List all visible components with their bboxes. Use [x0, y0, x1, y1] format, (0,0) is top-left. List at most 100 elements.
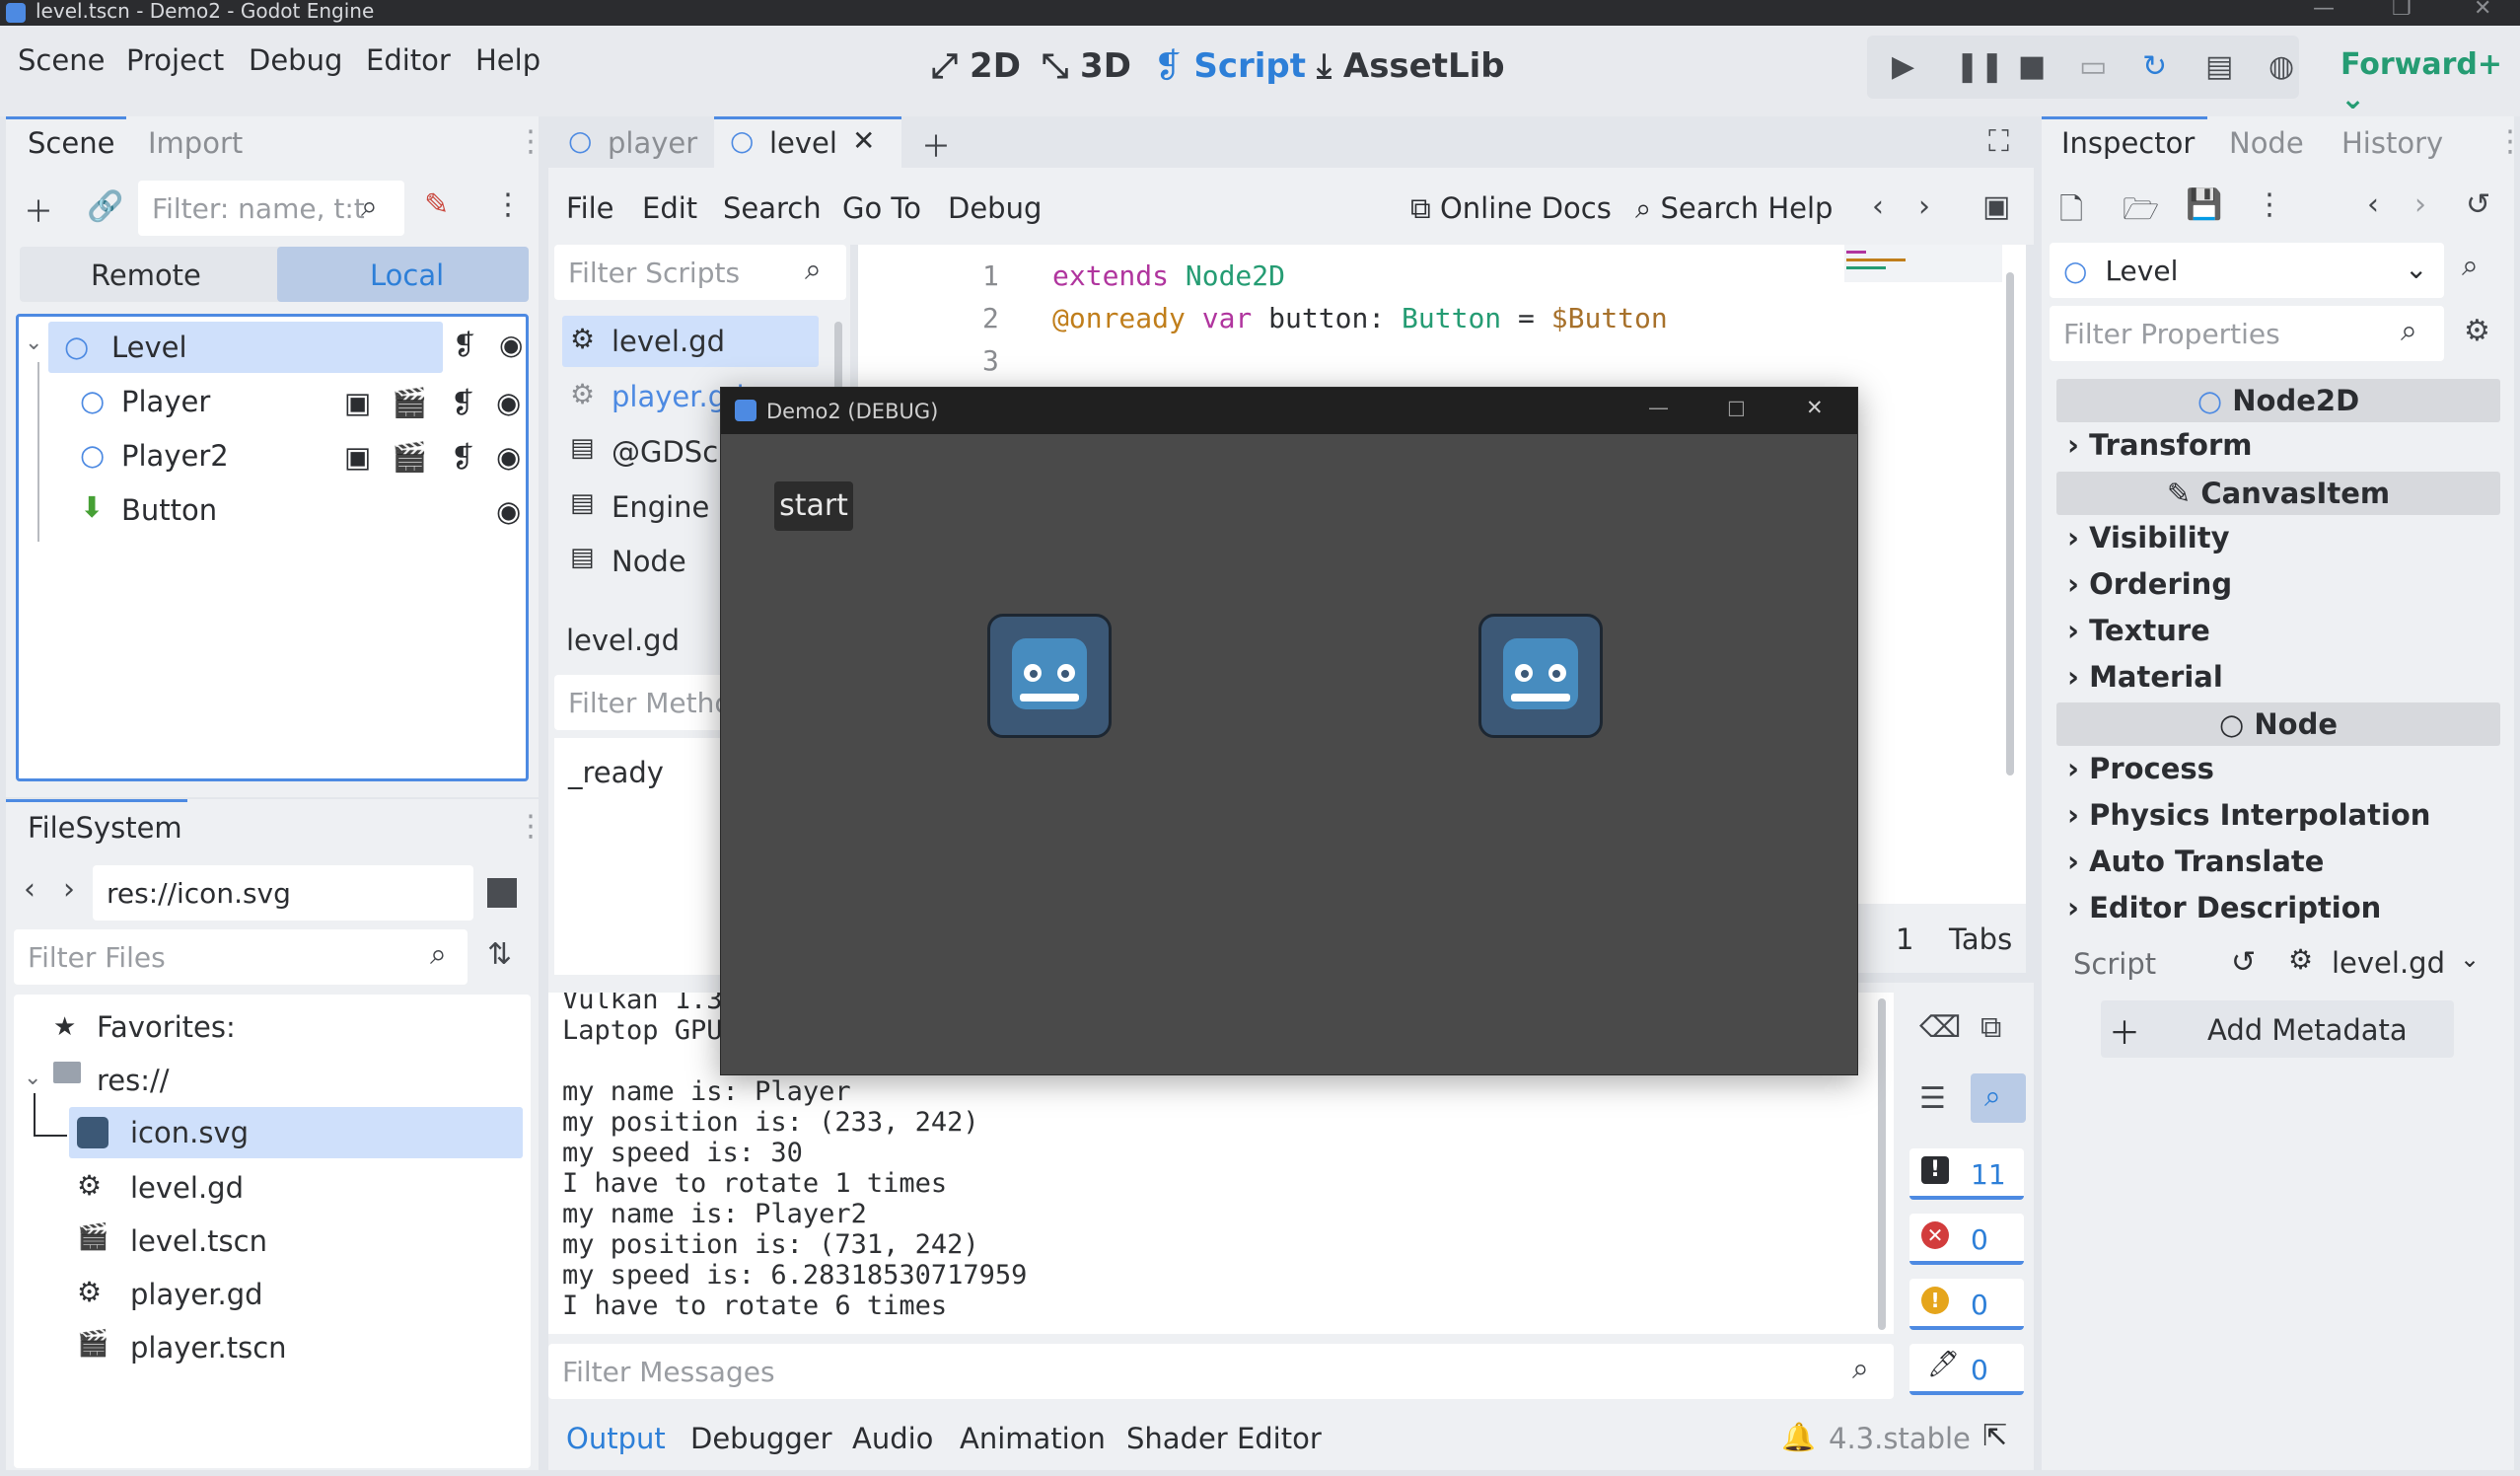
menu-editor[interactable]: Editor	[366, 43, 451, 77]
remote-button[interactable]: Remote	[91, 258, 201, 292]
save-icon[interactable]: 💾	[2186, 187, 2222, 222]
workspace-assetlib[interactable]: ⤓ AssetLib	[1317, 46, 1505, 86]
visibility-icon[interactable]: ◉	[496, 386, 521, 419]
reload-icon[interactable]: ↻	[2142, 49, 2167, 84]
close-button[interactable]: ✕	[2474, 0, 2491, 21]
code-scrollbar[interactable]	[2006, 272, 2014, 775]
pause-icon[interactable]: ❚❚	[1955, 49, 2004, 84]
script-attached-icon[interactable]: ❡	[451, 440, 474, 474]
play-icon[interactable]: ▶	[1892, 49, 1914, 84]
script-menu-search[interactable]: Search	[723, 191, 822, 225]
new-resource-icon[interactable]: 🗋	[2059, 187, 2083, 238]
prop-material[interactable]: › Material	[2067, 660, 2223, 694]
dock-menu-icon[interactable]: ⋮	[2495, 124, 2520, 159]
prop-texture[interactable]: › Texture	[2067, 614, 2210, 647]
workspace-3d[interactable]: ⤡ 3D	[1042, 46, 1131, 86]
warnings-filter-toggle[interactable]: ! 0	[1909, 1279, 2024, 1330]
more-icon[interactable]: ⋮	[2255, 187, 2284, 222]
copy-output-icon[interactable]: ⧉	[1980, 1010, 2001, 1045]
local-button[interactable]: Local	[277, 247, 529, 302]
menu-scene[interactable]: Scene	[18, 43, 105, 77]
tab-animation[interactable]: Animation	[960, 1422, 1106, 1455]
tab-debugger[interactable]: Debugger	[690, 1422, 832, 1455]
close-button[interactable]: ✕	[1806, 396, 1824, 419]
online-docs-link[interactable]: ⧉ Online Docs	[1410, 191, 1612, 226]
script-property-value[interactable]: ⚙ level.gd	[2288, 937, 2476, 989]
filter-messages-input[interactable]: Filter Messages	[548, 1344, 1894, 1399]
settings-icon[interactable]: ⚙	[2464, 314, 2490, 348]
history-forward-icon[interactable]: ›	[2414, 187, 2426, 222]
output-scrollbar[interactable]	[1878, 998, 1886, 1330]
group-icon[interactable]: ▣	[344, 440, 371, 474]
link-icon[interactable]: 🔗	[87, 189, 123, 224]
expand-panel-icon[interactable]: ⇱	[1982, 1419, 2007, 1453]
menu-project[interactable]: Project	[126, 43, 224, 77]
script-item-level[interactable]: ⚙ level.gd	[562, 316, 819, 367]
instance-icon[interactable]: 🎬	[392, 386, 427, 420]
detach-script-icon[interactable]: ✎	[424, 187, 449, 222]
workspace-script[interactable]: ❡ Script	[1154, 46, 1306, 86]
prop-process[interactable]: › Process	[2067, 752, 2214, 785]
script-menu-debug[interactable]: Debug	[948, 191, 1042, 225]
tree-node-player2[interactable]: ○ Player2 ▣ 🎬 ❡ ◉	[19, 430, 526, 481]
script-menu-goto[interactable]: Go To	[842, 191, 921, 225]
collapse-arrow-icon[interactable]: ⌄	[24, 1066, 41, 1090]
add-node-icon[interactable]: ＋	[24, 187, 53, 231]
tree-node-player[interactable]: ○ Player ▣ 🎬 ❡ ◉	[19, 376, 526, 427]
minimize-button[interactable]: —	[2313, 0, 2335, 21]
stop-icon[interactable]: ■	[2018, 49, 2046, 84]
messages-filter-toggle[interactable]: ! 11	[1909, 1148, 2024, 1200]
file-item-level-tscn[interactable]: 🎬 level.tscn	[69, 1216, 523, 1267]
menu-help[interactable]: Help	[475, 43, 540, 77]
file-item-level-gd[interactable]: ⚙ level.gd	[69, 1162, 523, 1214]
group-icon[interactable]: ▣	[344, 386, 371, 419]
back-icon[interactable]: ‹	[24, 872, 36, 907]
file-item-player-gd[interactable]: ⚙ player.gd	[69, 1269, 523, 1320]
folder-res[interactable]: res://	[97, 1064, 170, 1097]
prop-transform[interactable]: › Transform	[2067, 428, 2253, 462]
tab-shader-editor[interactable]: Shader Editor	[1126, 1422, 1322, 1455]
file-item-player-tscn[interactable]: 🎬 player.tscn	[69, 1322, 523, 1373]
collapse-arrow-icon[interactable]: ⌄	[25, 331, 42, 355]
prop-physics-interpolation[interactable]: › Physics Interpolation	[2067, 798, 2430, 832]
next-script-icon[interactable]: ›	[1918, 189, 1930, 224]
tab-audio[interactable]: Audio	[852, 1422, 933, 1455]
tree-node-button[interactable]: ⬇ Button ◉	[19, 484, 526, 536]
history-back-icon[interactable]: ‹	[2367, 187, 2379, 222]
code-minimap[interactable]	[1844, 245, 2002, 282]
dock-menu-icon[interactable]: ⋮	[516, 809, 545, 844]
errors-filter-toggle[interactable]: ✕ 0	[1909, 1214, 2024, 1265]
tab-node[interactable]: Node	[2229, 126, 2304, 160]
maximize-button[interactable]: ☐	[1727, 398, 1746, 421]
visibility-icon[interactable]: ◉	[499, 329, 523, 361]
prop-editor-description[interactable]: › Editor Description	[2067, 891, 2381, 924]
close-tab-icon[interactable]: ✕	[852, 124, 875, 157]
prop-auto-translate[interactable]: › Auto Translate	[2067, 845, 2324, 878]
object-selector[interactable]: ○ Level ⌄	[2050, 243, 2444, 298]
tab-inspector[interactable]: Inspector	[2061, 126, 2195, 160]
dock-menu-icon[interactable]: ⋮	[516, 124, 545, 159]
add-metadata-button[interactable]: ＋ Add Metadata	[2101, 1000, 2454, 1058]
instance-icon[interactable]: 🎬	[392, 440, 427, 475]
section-canvasitem[interactable]: ✎ CanvasItem	[2056, 472, 2500, 515]
tab-history[interactable]: History	[2341, 126, 2443, 160]
script-attached-icon[interactable]: ❡	[453, 329, 475, 361]
start-button[interactable]: start	[774, 481, 853, 531]
add-tab-icon[interactable]: ＋	[921, 122, 951, 166]
section-node[interactable]: ○ Node	[2056, 702, 2500, 746]
tab-level[interactable]: ○ level ✕	[714, 116, 901, 168]
remote-debug-icon[interactable]: ▭	[2079, 49, 2107, 84]
split-mode-icon[interactable]	[487, 878, 517, 908]
fullscreen-icon[interactable]: ⛶	[1988, 124, 2009, 159]
visibility-icon[interactable]: ◉	[496, 494, 521, 528]
file-item-icon-svg[interactable]: icon.svg	[69, 1107, 523, 1158]
workspace-2d[interactable]: ⤢ 2D	[931, 46, 1021, 86]
section-node2d[interactable]: ○ Node2D	[2056, 379, 2500, 422]
open-folder-icon[interactable]: 🗁	[2123, 187, 2159, 238]
filter-properties-input[interactable]: Filter Properties	[2050, 306, 2444, 361]
tab-player[interactable]: ○ player	[552, 116, 708, 168]
indent-mode[interactable]: Tabs	[1949, 922, 2012, 956]
prop-ordering[interactable]: › Ordering	[2067, 567, 2232, 601]
movie-maker-icon[interactable]: ◍	[2268, 49, 2294, 84]
reset-icon[interactable]: ↺	[2231, 945, 2256, 980]
